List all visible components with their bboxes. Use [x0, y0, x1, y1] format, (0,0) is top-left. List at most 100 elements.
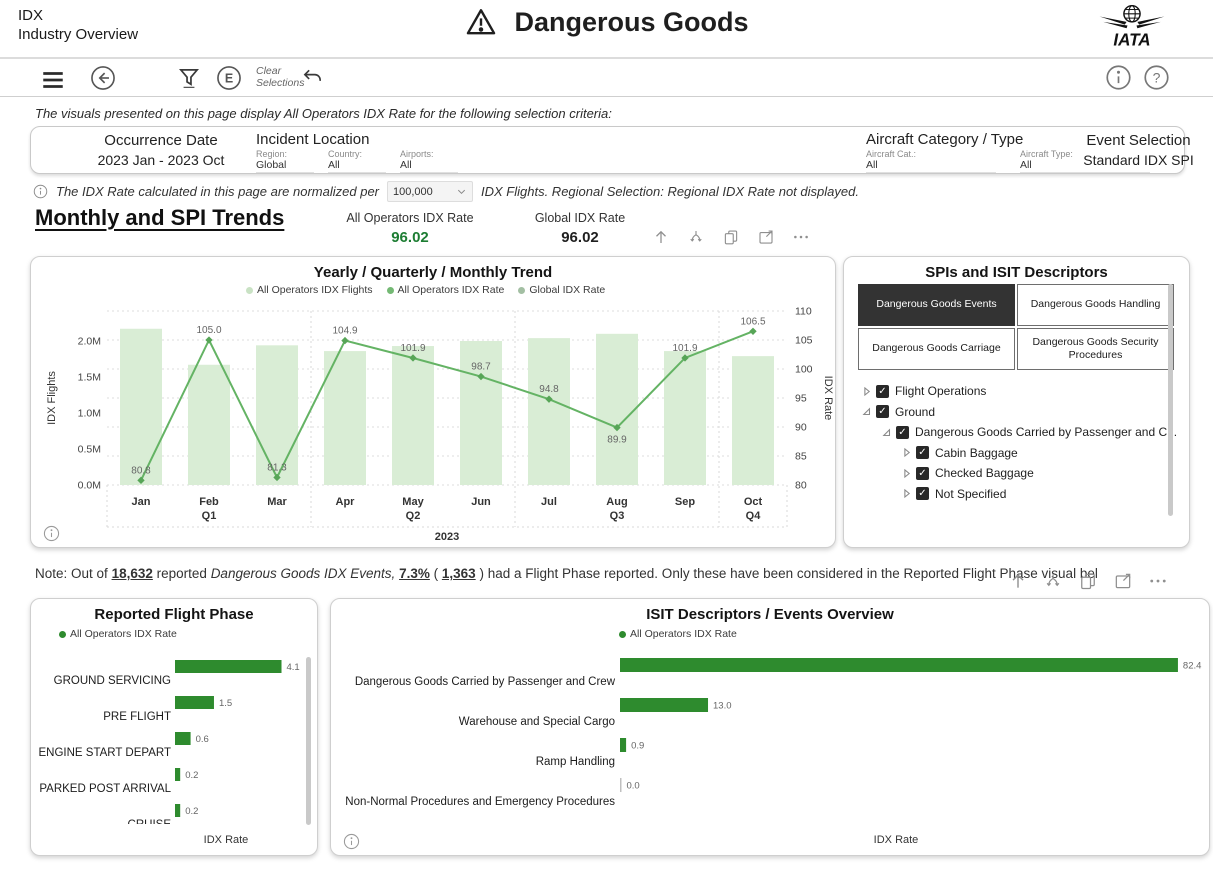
aircraft-cat-field[interactable]: Aircraft Cat.: All: [866, 149, 996, 173]
svg-text:Q4: Q4: [746, 510, 762, 522]
svg-text:PRE FLIGHT: PRE FLIGHT: [103, 711, 171, 723]
focus-mode-icon[interactable]: [757, 228, 775, 246]
svg-text:94.8: 94.8: [539, 384, 559, 395]
event-selection-filter[interactable]: Event Selection Standard IDX SPI: [1066, 132, 1211, 168]
event-selection-value: Standard IDX SPI: [1066, 152, 1211, 168]
incident-location-filter[interactable]: Incident Location Region: Global Country…: [256, 131, 458, 173]
export-icon[interactable]: E: [216, 65, 242, 91]
chart-info-icon[interactable]: [343, 833, 360, 850]
help-icon[interactable]: ?: [1143, 64, 1170, 91]
arrow-up-icon[interactable]: [1008, 571, 1028, 591]
svg-text:?: ?: [1153, 69, 1161, 85]
normalize-text-after: IDX Flights. Regional Selection: Regiona…: [481, 184, 859, 199]
arrow-up-icon[interactable]: [652, 228, 670, 246]
airports-field[interactable]: Airports: All: [400, 149, 458, 173]
flight-phase-scrollbar[interactable]: [306, 657, 311, 825]
tree-checkbox[interactable]: ✓: [876, 405, 889, 418]
svg-text:Aug: Aug: [606, 496, 627, 508]
legend-dot: [246, 287, 253, 294]
undo-icon[interactable]: [301, 66, 324, 89]
tree-collapse-icon[interactable]: [880, 426, 893, 439]
normalize-line: The IDX Rate calculated in this page are…: [33, 181, 859, 202]
legend-dot: [518, 287, 525, 294]
spi-panel-scrollbar[interactable]: [1168, 284, 1173, 516]
svg-text:110: 110: [795, 306, 812, 318]
svg-text:106.5: 106.5: [740, 316, 765, 327]
incident-location-fields: Region: Global Country: All Airports: Al…: [256, 149, 458, 173]
legend-item[interactable]: All Operators IDX Rate: [619, 628, 737, 640]
tree-expand-icon[interactable]: [860, 385, 873, 398]
trend-chart-plot[interactable]: 0.0M0.5M1.0M1.5M2.0MIDX Flights808590951…: [35, 299, 833, 545]
legend-item[interactable]: All Operators IDX Flights: [246, 284, 373, 296]
tree-checkbox[interactable]: ✓: [916, 446, 929, 459]
svg-text:Ramp Handling: Ramp Handling: [536, 756, 615, 768]
svg-text:98.7: 98.7: [471, 362, 491, 373]
country-field[interactable]: Country: All: [328, 149, 386, 173]
spi-button[interactable]: Dangerous Goods Handling: [1017, 284, 1174, 326]
tree-collapse-icon[interactable]: [860, 405, 873, 418]
region-field[interactable]: Region: Global: [256, 149, 314, 173]
tree-expand-icon[interactable]: [900, 467, 913, 480]
isit-overview-plot[interactable]: Dangerous Goods Carried by Passenger and…: [337, 646, 1203, 818]
bars[interactable]: GROUND SERVICING4.1PRE FLIGHT1.5ENGINE S…: [39, 660, 300, 824]
legend-dot: [619, 631, 626, 638]
back-button-icon[interactable]: [90, 65, 116, 91]
chart-info-icon[interactable]: [43, 525, 60, 542]
normalize-dropdown-value: 100,000: [393, 186, 433, 198]
legend-item[interactable]: All Operators IDX Rate: [387, 284, 505, 296]
dashboard-page: IDX Industry Overview Dangerous Goods IA…: [0, 0, 1213, 875]
tree-label: Checked Baggage: [935, 466, 1034, 480]
toolbar: E Clear Selections ?: [0, 59, 1213, 96]
tree-expand-icon[interactable]: [900, 446, 913, 459]
page-title-wrap: Dangerous Goods: [0, 6, 1213, 38]
svg-text:4.1: 4.1: [287, 662, 300, 673]
svg-text:13.0: 13.0: [713, 701, 732, 712]
legend-item[interactable]: Global IDX Rate: [518, 284, 605, 296]
svg-text:95: 95: [795, 393, 807, 405]
tree-expand-icon[interactable]: [900, 487, 913, 500]
svg-text:Warehouse and Special Cargo: Warehouse and Special Cargo: [459, 716, 615, 728]
kpi-all-operators-label: All Operators IDX Rate: [325, 211, 495, 225]
tree-row[interactable]: ✓Flight Operations: [860, 381, 1177, 402]
occurrence-date-filter[interactable]: Occurrence Date 2023 Jan - 2023 Oct: [61, 132, 261, 168]
tree-checkbox[interactable]: ✓: [916, 467, 929, 480]
tree-checkbox[interactable]: ✓: [876, 385, 889, 398]
svg-text:PARKED POST ARRIVAL: PARKED POST ARRIVAL: [39, 783, 171, 795]
svg-text:Oct: Oct: [744, 496, 763, 508]
svg-text:80.8: 80.8: [131, 465, 151, 476]
tree-row[interactable]: ✓Ground: [860, 402, 1177, 423]
isit-overview-card: ISIT Descriptors / Events Overview All O…: [330, 598, 1210, 856]
visual-header-icons-2: [1008, 571, 1168, 591]
spi-button[interactable]: Dangerous Goods Carriage: [858, 328, 1015, 370]
tree-checkbox[interactable]: ✓: [916, 487, 929, 500]
more-options-icon[interactable]: [1148, 571, 1168, 591]
filter-icon[interactable]: [176, 65, 202, 91]
tree-row[interactable]: ✓Not Specified: [860, 484, 1177, 505]
tree-row[interactable]: ✓ Checked Baggage: [860, 463, 1177, 484]
svg-text:105: 105: [795, 335, 813, 347]
bars[interactable]: Dangerous Goods Carried by Passenger and…: [345, 658, 1201, 808]
legend-item[interactable]: All Operators IDX Rate: [59, 628, 177, 640]
tree-checkbox[interactable]: ✓: [896, 426, 909, 439]
svg-text:Dangerous Goods Carried by Pas: Dangerous Goods Carried by Passenger and…: [355, 676, 616, 688]
svg-text:0.0M: 0.0M: [78, 480, 101, 492]
spi-button[interactable]: Dangerous Goods Security Procedures: [1017, 328, 1174, 370]
svg-text:1.5M: 1.5M: [78, 372, 101, 384]
tree-row[interactable]: ✓Cabin Baggage: [860, 443, 1177, 464]
normalize-dropdown[interactable]: 100,000: [387, 181, 473, 202]
info-icon[interactable]: [1105, 64, 1132, 91]
drill-down-icon[interactable]: [1043, 571, 1063, 591]
svg-text:90: 90: [795, 422, 807, 434]
copy-icon[interactable]: [1078, 571, 1098, 591]
more-options-icon[interactable]: [792, 228, 810, 246]
clear-selections-label[interactable]: Clear Selections: [256, 65, 304, 89]
drill-down-icon[interactable]: [687, 228, 705, 246]
kpi-global-value: 96.02: [495, 229, 665, 246]
criteria-line: The visuals presented on this page displ…: [35, 106, 612, 121]
tree-row[interactable]: ✓Dangerous Goods Carried by Passenger an…: [860, 422, 1177, 443]
copy-icon[interactable]: [722, 228, 740, 246]
focus-mode-icon[interactable]: [1113, 571, 1133, 591]
menu-icon[interactable]: [40, 67, 66, 93]
spi-button[interactable]: Dangerous Goods Events: [858, 284, 1015, 326]
flight-phase-plot[interactable]: GROUND SERVICING4.1PRE FLIGHT1.5ENGINE S…: [33, 646, 313, 824]
